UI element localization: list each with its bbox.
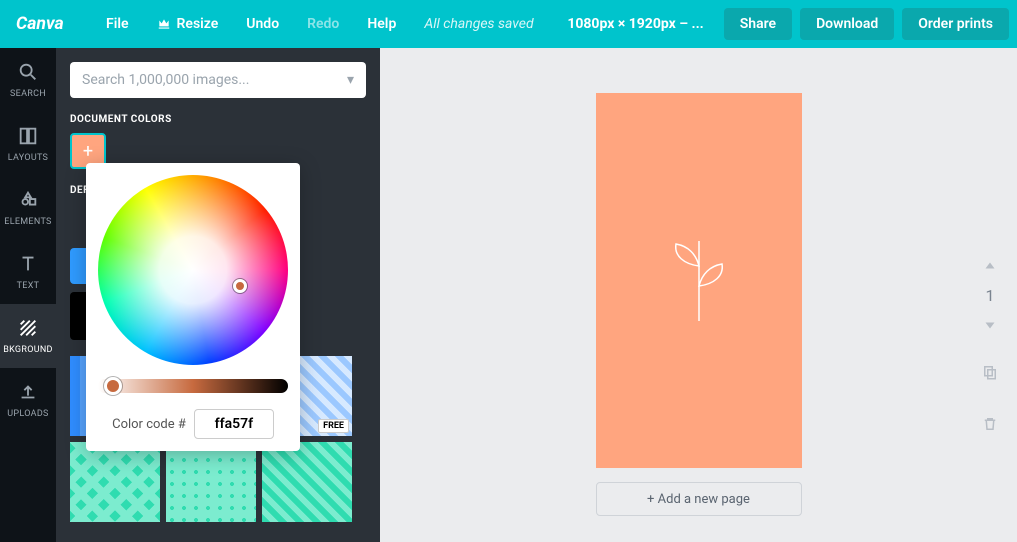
- tab-search-label: SEARCH: [10, 89, 46, 99]
- canva-logo[interactable]: Canva: [14, 0, 86, 48]
- free-badge: FREE: [318, 419, 349, 433]
- page-number: 1: [986, 286, 995, 305]
- page-up-button[interactable]: [981, 258, 999, 276]
- save-status: All changes saved: [410, 16, 547, 32]
- color-picker-popover: Color code #: [86, 163, 300, 451]
- menu-resize-label: Resize: [177, 16, 219, 32]
- search-input[interactable]: Search 1,000,000 images... ▾: [70, 62, 366, 98]
- color-code-input[interactable]: [194, 409, 274, 439]
- shade-slider-handle[interactable]: [104, 377, 122, 395]
- pattern-thumb[interactable]: [166, 442, 256, 522]
- document-colors-label: DOCUMENT COLORS: [70, 114, 366, 125]
- download-button[interactable]: Download: [800, 8, 894, 40]
- color-wheel-handle[interactable]: [233, 279, 247, 293]
- upload-icon: [17, 381, 39, 403]
- side-panel: Search 1,000,000 images... ▾ DOCUMENT CO…: [56, 48, 380, 542]
- page-side-controls: 1: [981, 258, 999, 437]
- pattern-thumb[interactable]: [70, 442, 160, 522]
- elements-icon: [17, 189, 39, 211]
- tab-layouts-label: LAYOUTS: [8, 153, 48, 163]
- canvas-area: + Add a new page 1: [380, 48, 1017, 542]
- top-bar: Canva File Resize Undo Redo Help All cha…: [0, 0, 1017, 48]
- design-page[interactable]: [596, 93, 802, 468]
- tab-uploads[interactable]: UPLOADS: [0, 368, 56, 432]
- share-button[interactable]: Share: [724, 8, 792, 40]
- menu-undo[interactable]: Undo: [232, 16, 293, 32]
- color-code-label: Color code #: [112, 417, 186, 432]
- menu-redo[interactable]: Redo: [293, 16, 353, 32]
- menu-resize[interactable]: Resize: [143, 16, 233, 32]
- add-page-button[interactable]: + Add a new page: [596, 482, 802, 516]
- delete-page-button[interactable]: [981, 415, 999, 437]
- tab-background-label: BKGROUND: [3, 345, 53, 355]
- chevron-down-icon: ▾: [347, 72, 354, 88]
- tab-layouts[interactable]: LAYOUTS: [0, 112, 56, 176]
- svg-text:Canva: Canva: [16, 14, 64, 34]
- canvas-dimensions[interactable]: 1080px × 1920px – ...: [555, 16, 715, 32]
- text-icon: [17, 253, 39, 275]
- shade-slider[interactable]: [98, 379, 288, 393]
- search-icon: [17, 61, 39, 83]
- crown-icon: [157, 17, 171, 31]
- tab-text[interactable]: TEXT: [0, 240, 56, 304]
- search-placeholder: Search 1,000,000 images...: [82, 72, 249, 88]
- tab-text-label: TEXT: [17, 281, 40, 291]
- order-prints-button[interactable]: Order prints: [902, 8, 1009, 40]
- background-icon: [17, 317, 39, 339]
- main-menu: File Resize Undo Redo Help All changes s…: [92, 16, 548, 32]
- menu-file[interactable]: File: [92, 16, 143, 32]
- tab-elements[interactable]: ELEMENTS: [0, 176, 56, 240]
- leaf-graphic: [664, 236, 734, 326]
- tab-uploads-label: UPLOADS: [7, 409, 48, 419]
- color-wheel[interactable]: [98, 175, 288, 365]
- pattern-thumb[interactable]: [262, 442, 352, 522]
- tab-background[interactable]: BKGROUND: [0, 304, 56, 368]
- tab-search[interactable]: SEARCH: [0, 48, 56, 112]
- layouts-icon: [17, 125, 39, 147]
- duplicate-page-button[interactable]: [981, 363, 999, 385]
- tab-elements-label: ELEMENTS: [4, 217, 51, 227]
- tool-tabs: SEARCH LAYOUTS ELEMENTS TEXT BKGROUND UP…: [0, 48, 56, 542]
- page-down-button[interactable]: [981, 315, 999, 333]
- menu-help[interactable]: Help: [353, 16, 410, 32]
